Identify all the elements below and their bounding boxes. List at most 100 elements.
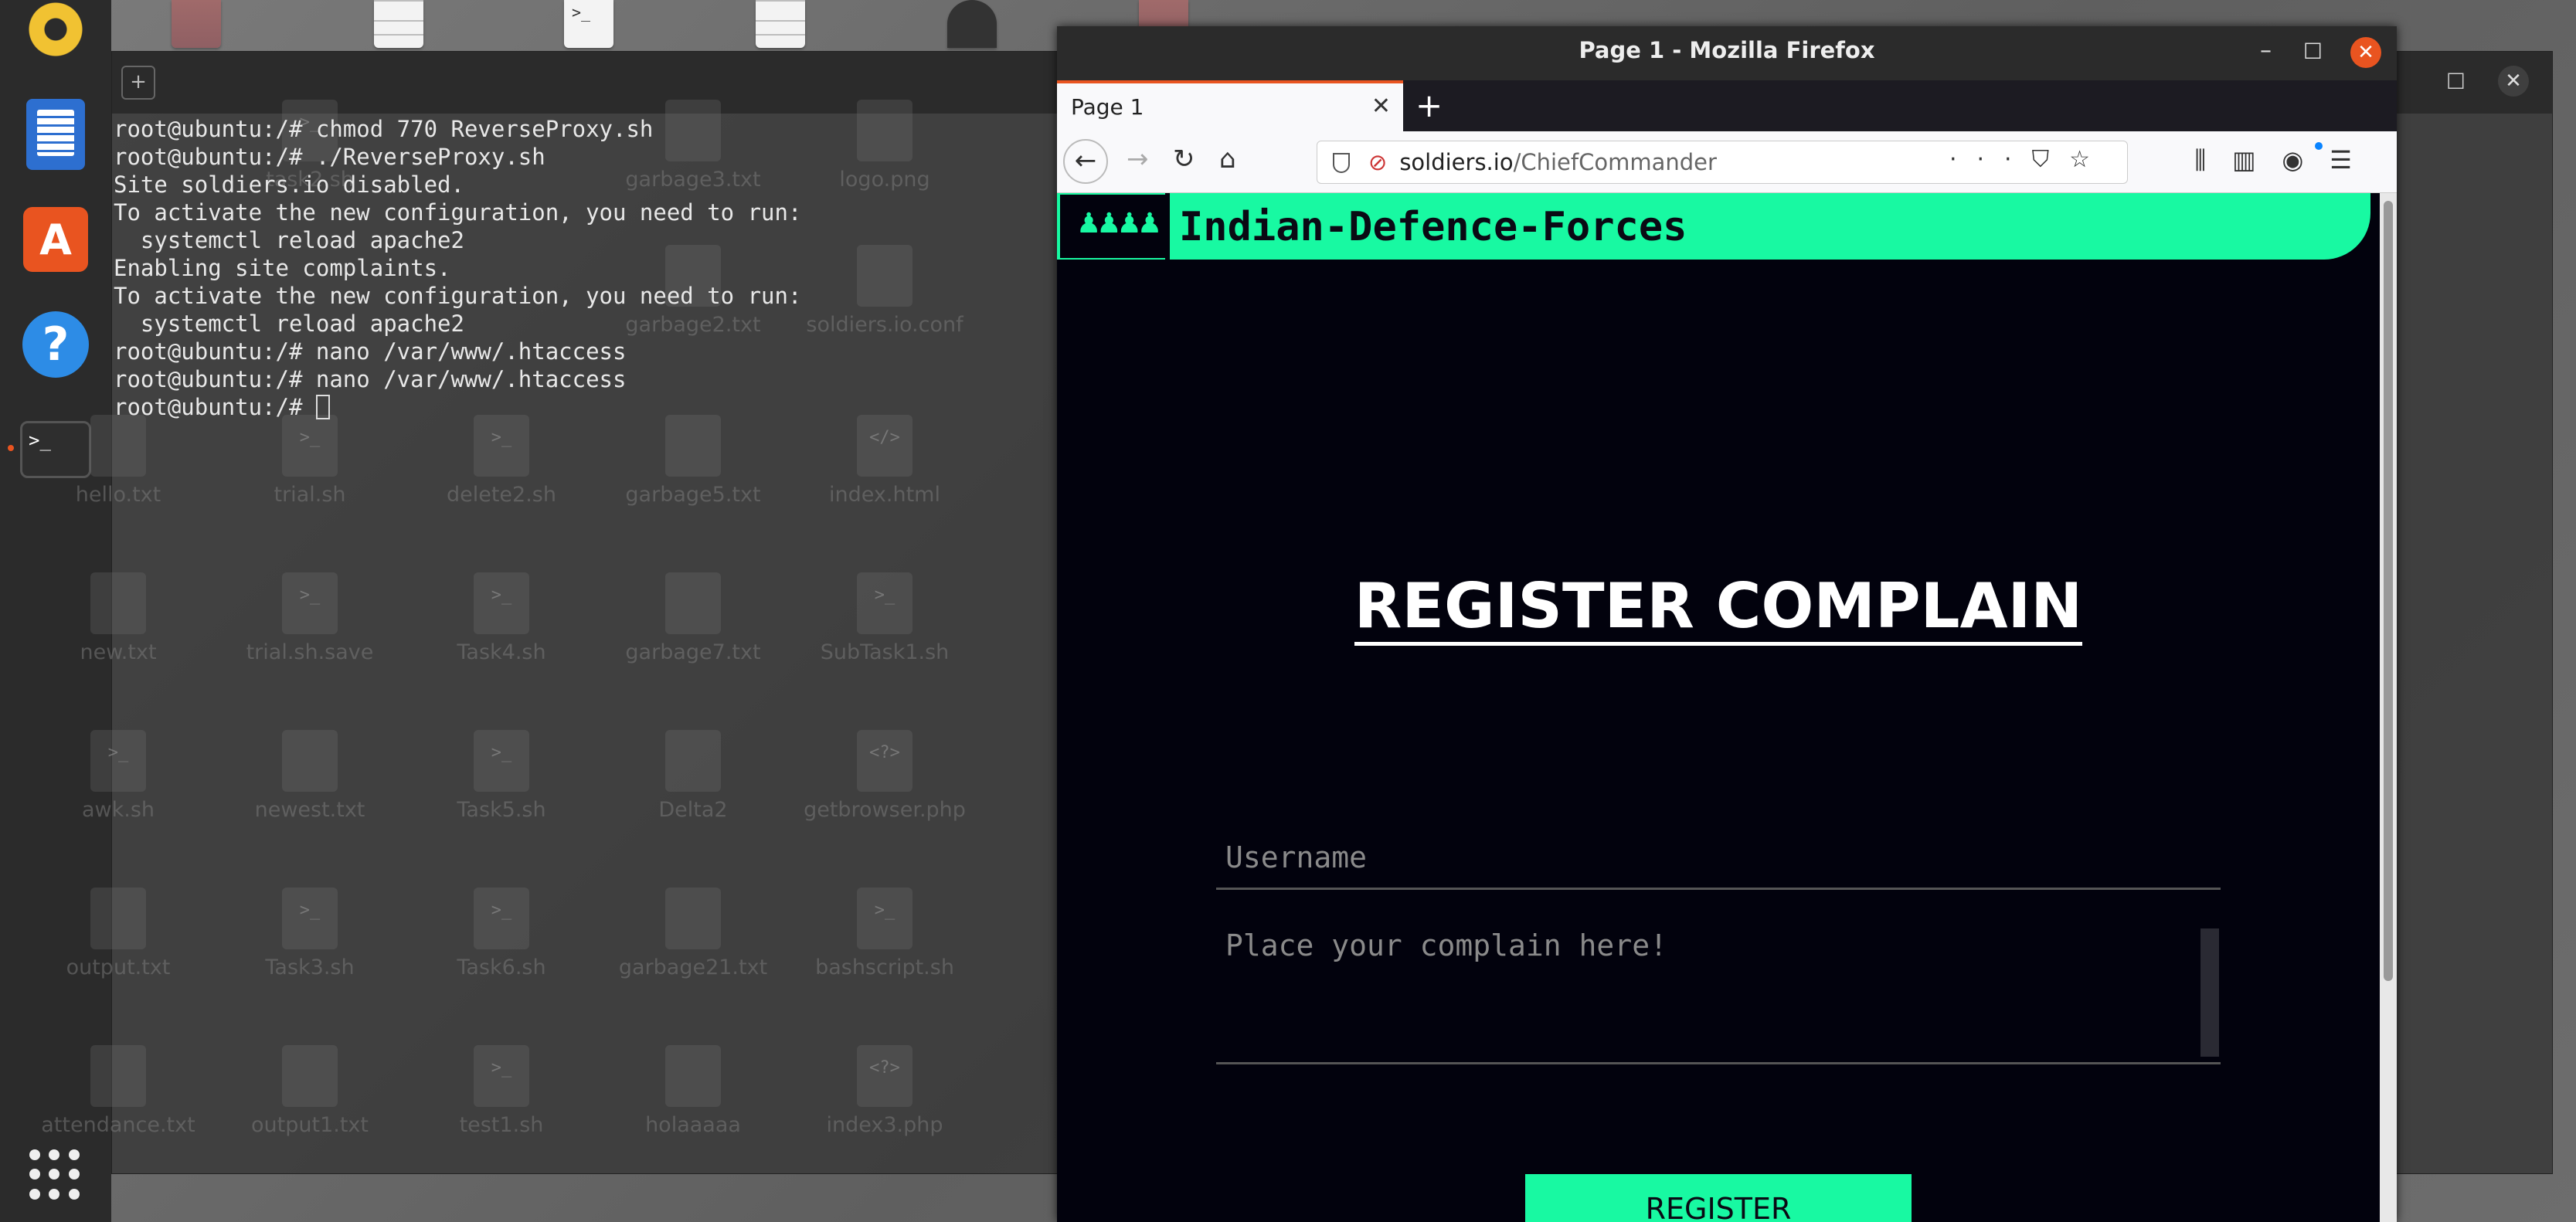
desktop-file-icon[interactable]: newest.txt xyxy=(217,730,403,822)
desktop-file-label: trial.sh.save xyxy=(246,640,374,664)
desktop-file-label: index3.php xyxy=(826,1113,943,1137)
page-title: REGISTER COMPLAIN xyxy=(1057,570,2380,646)
file-glyph-icon: >_ xyxy=(90,730,146,792)
file-glyph-icon xyxy=(857,245,912,307)
close-tab-icon[interactable]: ✕ xyxy=(1371,93,1391,120)
desktop-file-label: trial.sh xyxy=(274,483,346,507)
desktop-file-icon[interactable]: <?> index3.php xyxy=(792,1045,977,1137)
scrollbar-thumb[interactable] xyxy=(2384,201,2393,981)
file-glyph-icon xyxy=(90,572,146,634)
file-glyph-icon xyxy=(665,572,721,634)
toolbar-icons[interactable]: ⫼▥◉☰ xyxy=(2194,145,2378,175)
help-launcher[interactable]: ? xyxy=(19,307,93,382)
tracking-shield-icon[interactable] xyxy=(1333,153,1350,173)
terminal-line: systemctl reload apache2 xyxy=(114,311,464,337)
rhythmbox-icon xyxy=(26,0,85,59)
new-tab-icon[interactable]: + xyxy=(1415,87,1443,124)
desktop-file-icon[interactable]: hello.txt xyxy=(25,415,211,507)
help-icon: ? xyxy=(22,311,89,378)
desktop-file-icon[interactable]: >_ Task6.sh xyxy=(409,888,594,979)
desktop-file-label: newest.txt xyxy=(254,798,365,822)
forward-arrow-icon[interactable]: → xyxy=(1127,144,1149,175)
tab-page-1[interactable]: Page 1 ✕ xyxy=(1057,80,1403,131)
desktop-file-icon[interactable]: >_ test1.sh xyxy=(409,1045,594,1137)
header-divider xyxy=(1165,193,1170,260)
complaint-textarea[interactable] xyxy=(1216,916,2221,1064)
file-glyph-icon: </> xyxy=(857,415,912,477)
desktop-file-icon[interactable]: new.txt xyxy=(25,572,211,664)
desktop-file-icon[interactable]: >_ trial.sh.save xyxy=(217,572,403,664)
desktop-file-icon[interactable]: >_ delete2.sh xyxy=(409,415,594,507)
desktop-file-label: bashscript.sh xyxy=(815,956,954,979)
home-icon[interactable]: ⌂ xyxy=(1219,144,1236,175)
top-file-icon[interactable] xyxy=(374,0,423,48)
desktop-file-label: Delta2 xyxy=(658,798,728,822)
desktop-file-label: SubTask1.sh xyxy=(820,640,950,664)
desktop-file-label: output1.txt xyxy=(251,1113,369,1137)
desktop-file-label: delete2.sh xyxy=(446,483,556,507)
maximize-icon[interactable]: ☐ xyxy=(2446,69,2466,94)
rhythmbox-launcher[interactable] xyxy=(19,0,93,66)
desktop-file-label: Task5.sh xyxy=(457,798,546,822)
file-glyph-icon: >_ xyxy=(474,888,529,949)
software-launcher[interactable]: A xyxy=(19,202,93,277)
reload-icon[interactable]: ↻ xyxy=(1173,144,1195,175)
desktop-file-icon[interactable]: attendance.txt xyxy=(25,1045,211,1137)
insecure-lock-icon[interactable]: ⊘ xyxy=(1368,149,1387,175)
page-actions[interactable]: ···⛉☆ xyxy=(1949,146,2110,173)
top-image-icon[interactable] xyxy=(947,0,997,48)
desktop-file-icon[interactable]: >_ Task4.sh xyxy=(409,572,594,664)
register-button[interactable]: REGISTER xyxy=(1525,1174,1912,1222)
desktop-file-icon[interactable]: Delta2 xyxy=(600,730,786,822)
url-bar[interactable]: ⊘ soldiers.io/ChiefCommander ···⛉☆ xyxy=(1317,141,2128,184)
soldiers-logo[interactable]: ♟♟♟♟ xyxy=(1060,195,1168,258)
firefox-titlebar[interactable]: Page 1 - Mozilla Firefox – ☐ ✕ xyxy=(1057,26,2397,80)
top-file-icon[interactable] xyxy=(756,0,805,48)
close-icon[interactable]: ✕ xyxy=(2350,37,2381,68)
terminal-output[interactable]: root@ubuntu:/# chmod 770 ReverseProxy.sh… xyxy=(112,115,801,421)
desktop-file-icon[interactable]: logo.png xyxy=(792,100,977,192)
terminal-line: To activate the new configuration, you n… xyxy=(114,283,802,309)
desktop-file-icon[interactable]: garbage21.txt xyxy=(600,888,786,979)
desktop-file-icon[interactable]: >_ bashscript.sh xyxy=(792,888,977,979)
username-input[interactable] xyxy=(1216,827,2221,890)
desktop-file-icon[interactable]: >_ awk.sh xyxy=(25,730,211,822)
desktop-file-label: index.html xyxy=(829,483,940,507)
account-notification-dot xyxy=(2315,142,2323,150)
back-arrow-icon[interactable]: ← xyxy=(1063,139,1108,184)
file-glyph-icon xyxy=(665,415,721,477)
site-name: Indian-Defence-Forces xyxy=(1179,204,1687,250)
desktop-file-icon[interactable]: soldiers.io.conf xyxy=(792,245,977,337)
desktop-file-icon[interactable]: >_ Task5.sh xyxy=(409,730,594,822)
show-apps-button[interactable] xyxy=(29,1149,80,1200)
maximize-icon[interactable]: ☐ xyxy=(2303,39,2323,64)
desktop-file-icon[interactable]: output.txt xyxy=(25,888,211,979)
desktop-file-icon[interactable]: holaaaaa xyxy=(600,1045,786,1137)
tab-label: Page 1 xyxy=(1071,94,1144,120)
new-tab-icon[interactable]: + xyxy=(121,66,155,100)
minimize-icon[interactable]: – xyxy=(2260,37,2272,64)
desktop-file-icon[interactable]: </> index.html xyxy=(792,415,977,507)
close-icon[interactable]: ✕ xyxy=(2498,66,2529,97)
terminal-line: Enabling site complaints. xyxy=(114,255,451,281)
top-script-icon[interactable]: >_ xyxy=(564,0,613,48)
terminal-prompt-line[interactable]: root@ubuntu:/# xyxy=(114,393,801,421)
desktop-file-icon[interactable]: >_ Task3.sh xyxy=(217,888,403,979)
desktop-file-icon[interactable]: <?> getbrowser.php xyxy=(792,730,977,822)
writer-launcher[interactable] xyxy=(19,97,93,171)
firefox-window[interactable]: Page 1 - Mozilla Firefox – ☐ ✕ Page 1 ✕ … xyxy=(1057,26,2397,1222)
desktop-file-label: new.txt xyxy=(80,640,157,664)
file-glyph-icon xyxy=(665,730,721,792)
desktop-file-icon[interactable]: output1.txt xyxy=(217,1045,403,1137)
top-file-icon[interactable] xyxy=(172,0,221,48)
page-scrollbar[interactable] xyxy=(2380,193,2397,1222)
file-glyph-icon: >_ xyxy=(474,415,529,477)
textarea-scrollbar[interactable] xyxy=(2200,928,2219,1057)
file-glyph-icon xyxy=(90,1045,146,1107)
desktop-file-icon[interactable]: garbage7.txt xyxy=(600,572,786,664)
tab-bar: Page 1 ✕ + xyxy=(1057,80,2397,131)
terminal-line: root@ubuntu:/# nano /var/www/.htaccess xyxy=(114,338,627,365)
desktop-file-icon[interactable]: >_ trial.sh xyxy=(217,415,403,507)
desktop-file-icon[interactable]: garbage5.txt xyxy=(600,415,786,507)
desktop-file-icon[interactable]: >_ SubTask1.sh xyxy=(792,572,977,664)
